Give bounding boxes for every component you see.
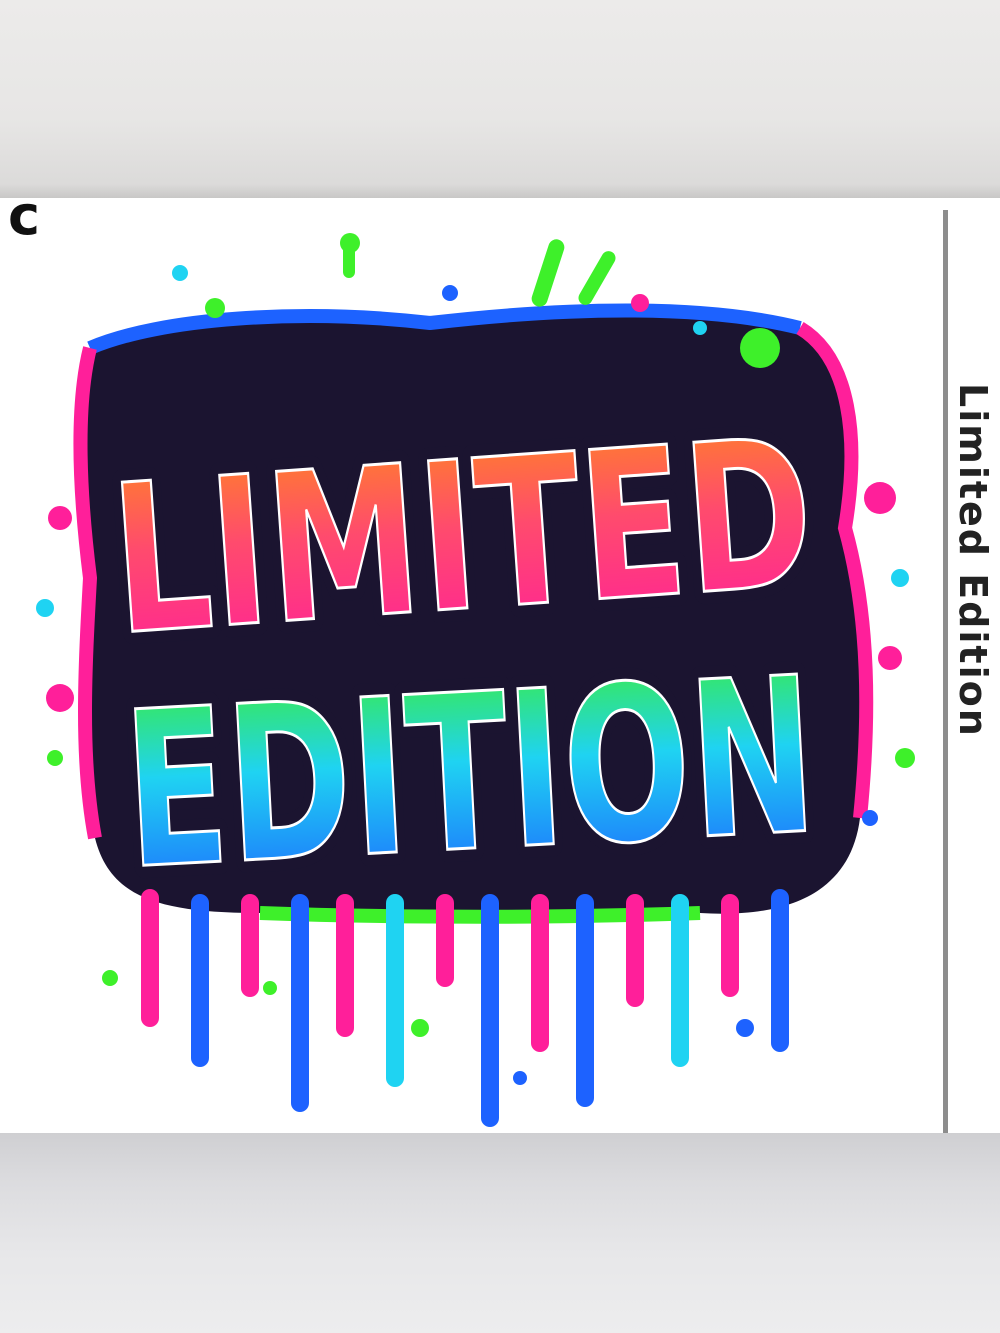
- edition-lettering: EDITION EDITION: [106, 617, 834, 930]
- bottom-frame-band: [0, 1133, 1000, 1333]
- image-card: c LIMITED LIMITED EDITION EDITION Limite…: [0, 198, 1000, 1133]
- vertical-divider: [943, 210, 948, 1133]
- top-frame-band: [0, 0, 1000, 198]
- edition-text: EDITION: [119, 630, 821, 917]
- limited-edition-graffiti-artwork: LIMITED LIMITED EDITION EDITION: [36, 233, 915, 1127]
- paint-drips: [141, 889, 789, 1127]
- side-caption-vertical: Limited Edition: [955, 383, 995, 738]
